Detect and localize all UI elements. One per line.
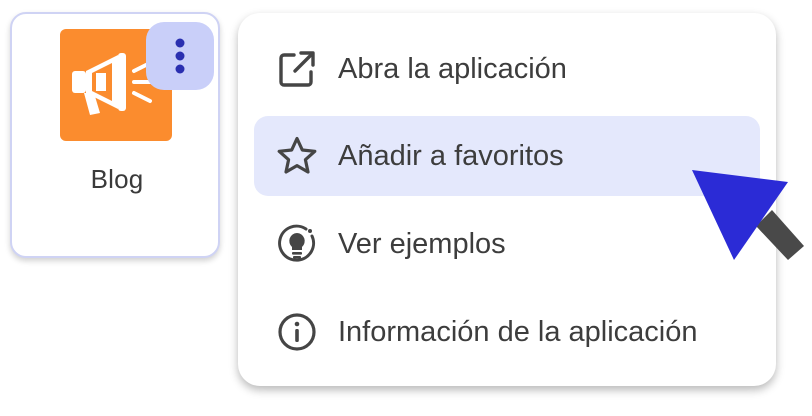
star-icon bbox=[277, 136, 317, 174]
menu-item-add-favorites[interactable]: Añadir a favoritos bbox=[254, 116, 760, 196]
kebab-menu-icon bbox=[175, 38, 185, 74]
menu-item-view-examples[interactable]: Ver ejemplos bbox=[254, 204, 760, 284]
menu-item-label: Ver ejemplos bbox=[338, 228, 506, 260]
app-tile-blog[interactable]: Blog bbox=[10, 12, 220, 258]
menu-item-label: Abra la aplicación bbox=[338, 53, 567, 85]
arrow-cursor-icon bbox=[692, 170, 804, 260]
menu-item-open-app[interactable]: Abra la aplicación bbox=[254, 29, 760, 109]
app-name-label: Blog bbox=[90, 164, 144, 194]
lightbulb-icon bbox=[278, 224, 316, 262]
menu-item-label: Añadir a favoritos bbox=[338, 140, 564, 172]
open-external-icon bbox=[279, 51, 315, 87]
info-icon bbox=[278, 313, 316, 351]
menu-item-app-info[interactable]: Información de la aplicación bbox=[254, 292, 760, 372]
menu-item-label: Información de la aplicación bbox=[338, 316, 698, 348]
app-more-options-button[interactable] bbox=[146, 22, 214, 90]
stage: Blog Abra la aplicación Añadir a favorit… bbox=[0, 0, 812, 416]
